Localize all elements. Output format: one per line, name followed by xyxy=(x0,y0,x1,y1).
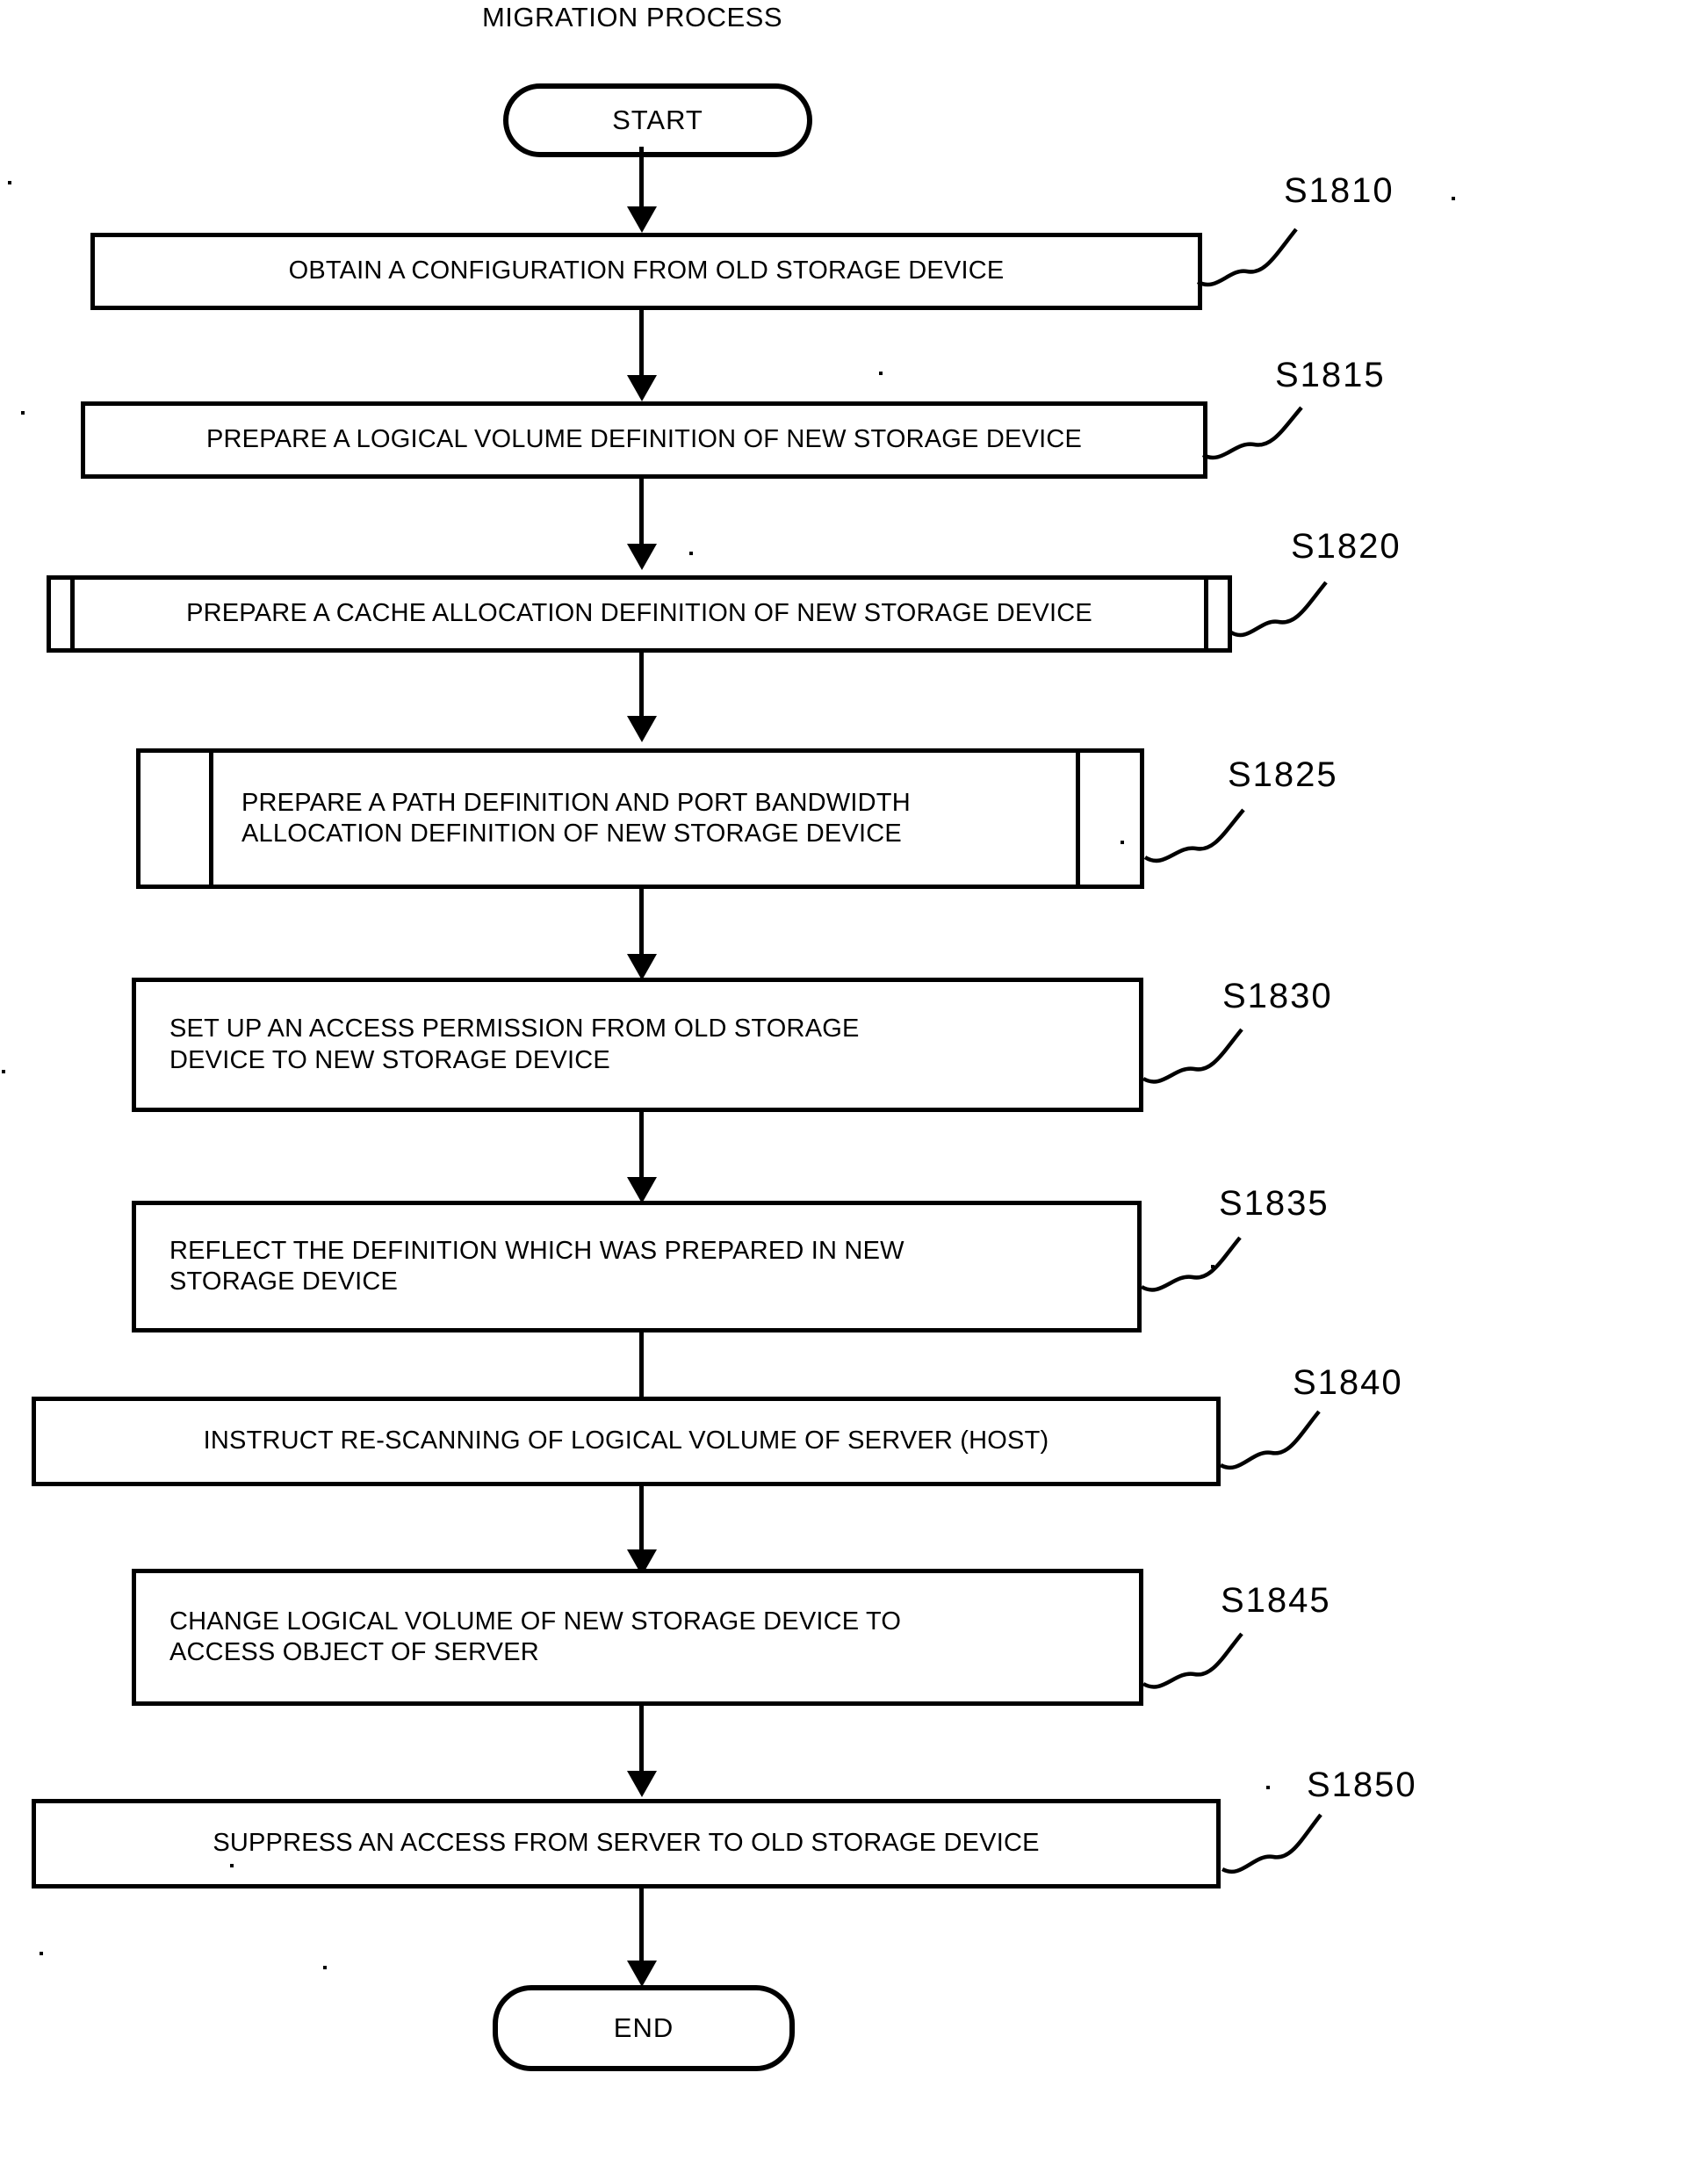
connector-s1835-to-s1840 xyxy=(639,1332,644,1405)
end-label: END xyxy=(613,2012,674,2043)
connector-s1850-to-end xyxy=(639,1889,644,1968)
step-box-s1850: SUPPRESS AN ACCESS FROM SERVER TO OLD ST… xyxy=(32,1799,1221,1889)
connector-s1825-to-s1830 xyxy=(639,889,644,961)
step-ref-s1840: S1840 xyxy=(1293,1363,1403,1402)
scan-speck xyxy=(230,1864,234,1867)
step-box-s1835: REFLECT THE DEFINITION WHICH WAS PREPARE… xyxy=(132,1201,1142,1332)
step-ref-s1810: S1810 xyxy=(1284,171,1395,210)
step-text-s1840: INSTRUCT RE-SCANNING OF LOGICAL VOLUME O… xyxy=(203,1426,1049,1455)
step-box-s1825: PREPARE A PATH DEFINITION AND PORT BANDW… xyxy=(136,748,1144,889)
step-box-s1830: SET UP AN ACCESS PERMISSION FROM OLD STO… xyxy=(132,978,1143,1112)
step-box-s1810: OBTAIN A CONFIGURATION FROM OLD STORAGE … xyxy=(90,233,1202,310)
leader-line-s1825 xyxy=(1143,808,1245,863)
step-text-s1850: SUPPRESS AN ACCESS FROM SERVER TO OLD ST… xyxy=(213,1829,1040,1858)
arrowhead-s1850 xyxy=(627,1771,657,1797)
connector-s1810-to-s1815 xyxy=(639,310,644,382)
step-text-s1830: SET UP AN ACCESS PERMISSION FROM OLD STO… xyxy=(169,1015,860,1074)
connector-s1830-to-s1835 xyxy=(639,1112,644,1184)
step-text-s1810: OBTAIN A CONFIGURATION FROM OLD STORAGE … xyxy=(288,256,1005,285)
arrowhead-s1820 xyxy=(627,544,657,570)
arrowhead-end xyxy=(627,1961,657,1987)
step-box-s1845: CHANGE LOGICAL VOLUME OF NEW STORAGE DEV… xyxy=(132,1569,1143,1706)
connector-s1845-to-s1850 xyxy=(639,1706,644,1778)
arrowhead-s1825 xyxy=(627,716,657,742)
step-ref-s1830: S1830 xyxy=(1222,977,1333,1015)
scan-speck xyxy=(1452,197,1455,200)
end-terminal: END xyxy=(493,1985,795,2071)
scan-speck xyxy=(2,1070,5,1073)
arrowhead-s1830 xyxy=(627,954,657,980)
leader-line-s1840 xyxy=(1219,1410,1321,1470)
leader-line-s1815 xyxy=(1201,406,1303,460)
step-text-s1815: PREPARE A LOGICAL VOLUME DEFINITION OF N… xyxy=(205,425,1083,454)
step-text-s1825: PREPARE A PATH DEFINITION AND PORT BANDW… xyxy=(241,788,911,848)
step-text-s1835: REFLECT THE DEFINITION WHICH WAS PREPARE… xyxy=(169,1236,904,1296)
scan-speck xyxy=(8,181,11,184)
step-ref-s1825: S1825 xyxy=(1228,755,1338,794)
step-text-s1845: CHANGE LOGICAL VOLUME OF NEW STORAGE DEV… xyxy=(169,1607,902,1666)
step-ref-s1850: S1850 xyxy=(1307,1766,1417,1804)
connector-s1840-to-s1845 xyxy=(639,1486,644,1556)
scan-speck xyxy=(689,552,693,555)
arrowhead-s1835 xyxy=(627,1177,657,1203)
leader-line-s1830 xyxy=(1142,1028,1243,1084)
scan-speck xyxy=(21,411,25,415)
step-ref-s1835: S1835 xyxy=(1219,1184,1330,1223)
leader-line-s1835 xyxy=(1140,1236,1242,1292)
scan-speck xyxy=(323,1966,327,1969)
step-ref-s1845: S1845 xyxy=(1221,1581,1331,1620)
scan-speck xyxy=(40,1952,43,1955)
leader-line-s1850 xyxy=(1221,1813,1322,1874)
step-box-s1840: INSTRUCT RE-SCANNING OF LOGICAL VOLUME O… xyxy=(32,1397,1221,1486)
scan-speck xyxy=(1121,841,1124,844)
scan-speck xyxy=(1266,1786,1270,1789)
arrowhead-s1815 xyxy=(627,375,657,401)
step-box-s1815: PREPARE A LOGICAL VOLUME DEFINITION OF N… xyxy=(81,401,1207,479)
scan-speck xyxy=(1211,1265,1214,1268)
leader-line-s1810 xyxy=(1196,227,1298,287)
leader-line-s1845 xyxy=(1142,1632,1243,1689)
step-ref-s1820: S1820 xyxy=(1291,527,1402,566)
start-label: START xyxy=(612,105,703,135)
arrowhead-s1810 xyxy=(627,206,657,233)
connector-start-to-s1810 xyxy=(639,147,644,213)
start-terminal: START xyxy=(503,83,812,157)
leader-line-s1820 xyxy=(1229,581,1328,638)
step-ref-s1815: S1815 xyxy=(1275,356,1386,394)
connector-s1820-to-s1825 xyxy=(639,653,644,723)
scan-speck xyxy=(879,372,883,375)
step-text-s1820: PREPARE A CACHE ALLOCATION DEFINITION OF… xyxy=(186,599,1092,628)
flowchart-canvas: MIGRATION PROCESS START OBTAIN A CONFIGU… xyxy=(0,0,1708,2181)
step-box-s1820: PREPARE A CACHE ALLOCATION DEFINITION OF… xyxy=(47,575,1232,653)
connector-s1815-to-s1820 xyxy=(639,479,644,551)
figure-title: MIGRATION PROCESS xyxy=(481,2,783,32)
